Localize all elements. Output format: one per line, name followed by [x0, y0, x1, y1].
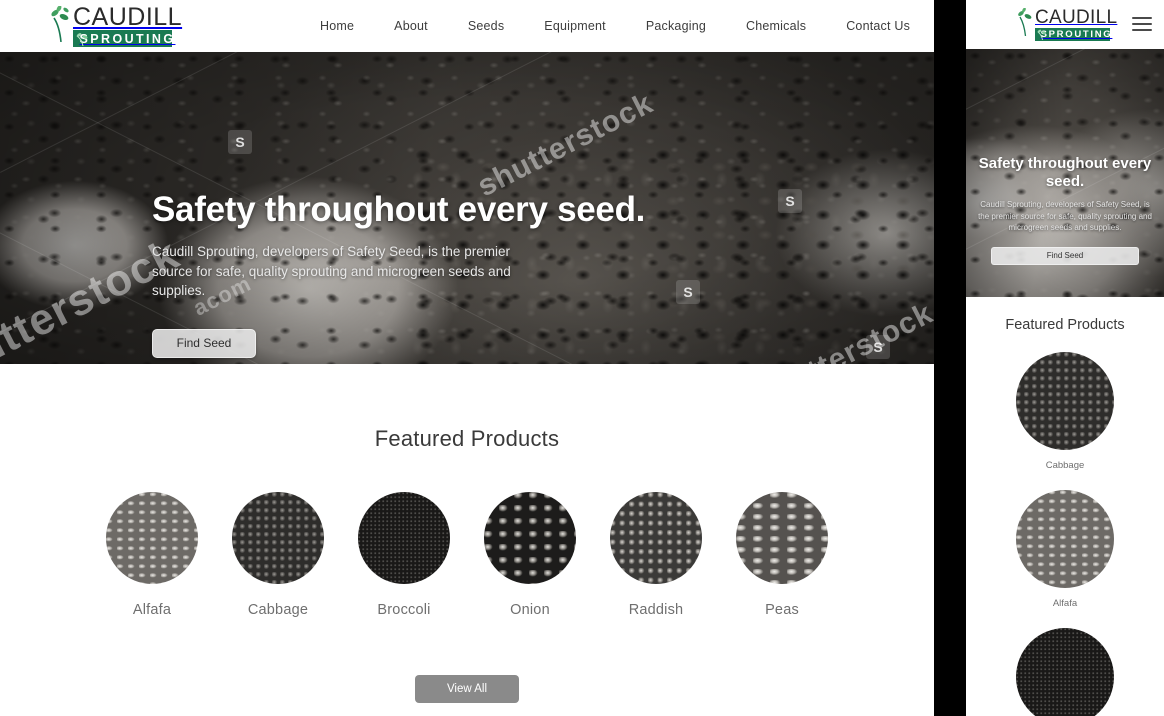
- mobile-product-card-broccoli[interactable]: Broccoli: [966, 628, 1164, 716]
- hero-section: shutterstock shutterstock shutterstock r…: [0, 52, 934, 364]
- product-card-raddish[interactable]: Raddish: [610, 492, 702, 618]
- product-card-onion[interactable]: Onion: [484, 492, 576, 618]
- nav-item-seeds[interactable]: Seeds: [448, 19, 524, 33]
- mobile-hero-heading: Safety throughout every seed.: [978, 155, 1152, 190]
- sprout-small-icon: [76, 33, 88, 46]
- product-image-cabbage[interactable]: [232, 492, 324, 584]
- featured-products-heading: Featured Products: [374, 426, 560, 451]
- responsive-preview-screen: CAUDILL SPROUTING Home About Seeds Equip…: [0, 0, 1164, 716]
- nav-item-home[interactable]: Home: [300, 19, 374, 33]
- nav-item-contact-us[interactable]: Contact Us: [826, 19, 930, 33]
- desktop-viewport: CAUDILL SPROUTING Home About Seeds Equip…: [0, 0, 934, 716]
- product-image-alfafa[interactable]: [106, 492, 198, 584]
- mobile-hero-section: Safety throughout every seed. Caudill Sp…: [966, 49, 1164, 297]
- nav-item-about[interactable]: About: [374, 19, 448, 33]
- hero-subheading: Caudill Sprouting, developers of Safety …: [152, 244, 511, 299]
- mobile-product-image-broccoli[interactable]: [1016, 628, 1114, 716]
- nav-item-packaging[interactable]: Packaging: [626, 19, 726, 33]
- primary-navigation[interactable]: Home About Seeds Equipment Packaging Che…: [300, 0, 934, 52]
- hero-heading: Safety throughout every seed.: [152, 190, 646, 229]
- mobile-hero-content: Safety throughout every seed. Caudill Sp…: [966, 155, 1164, 265]
- hero-content: Safety throughout every seed. Caudill Sp…: [152, 190, 645, 358]
- product-label: Onion: [510, 602, 550, 618]
- hamburger-bar: [1132, 29, 1152, 31]
- mobile-product-label: Cabbage: [1045, 460, 1085, 471]
- product-list: Alfafa Cabbage Broccoli Onion Raddish Pe…: [0, 492, 934, 618]
- mobile-viewport: CAUDILL SPROUTING Safety throughout ever…: [966, 0, 1164, 716]
- featured-products-section: Featured Products Alfafa Cabbage Broccol…: [0, 364, 934, 703]
- mobile-header: CAUDILL SPROUTING: [966, 0, 1164, 49]
- sprout-small-icon: [1037, 29, 1047, 40]
- product-label: Cabbage: [247, 602, 309, 618]
- nav-item-chemicals[interactable]: Chemicals: [726, 19, 826, 33]
- product-card-cabbage[interactable]: Cabbage: [232, 492, 324, 618]
- mobile-product-image-cabbage[interactable]: [1016, 352, 1114, 450]
- mobile-featured-products-heading: Featured Products: [1005, 317, 1125, 333]
- hamburger-bar: [1132, 17, 1152, 19]
- site-logo[interactable]: CAUDILL SPROUTING: [48, 5, 182, 47]
- mobile-hero-subheading: Caudill Sprouting, developers of Safety …: [978, 200, 1152, 233]
- product-image-broccoli[interactable]: [358, 492, 450, 584]
- product-label: Peas: [765, 602, 799, 618]
- product-card-broccoli[interactable]: Broccoli: [358, 492, 450, 618]
- mobile-product-card-alfafa[interactable]: Alfafa: [966, 490, 1164, 609]
- mobile-product-image-alfafa[interactable]: [1016, 490, 1114, 588]
- hamburger-bar: [1132, 23, 1152, 25]
- find-seed-button[interactable]: Find Seed: [152, 328, 256, 358]
- view-all-button[interactable]: View All: [415, 675, 519, 703]
- mobile-product-label: Alfafa: [1052, 598, 1078, 609]
- mobile-featured-products-section: Featured Products Cabbage Alfafa Broccol…: [966, 297, 1164, 716]
- sprout-icon: [51, 6, 69, 42]
- nav-item-equipment[interactable]: Equipment: [524, 19, 626, 33]
- product-card-alfafa[interactable]: Alfafa: [106, 492, 198, 618]
- viewport-divider: [934, 0, 966, 716]
- product-card-peas[interactable]: Peas: [736, 492, 828, 618]
- product-label: Alfafa: [132, 602, 172, 618]
- product-image-onion[interactable]: [484, 492, 576, 584]
- hamburger-icon[interactable]: [1132, 17, 1152, 31]
- mobile-site-logo[interactable]: CAUDILL SPROUTING: [1016, 8, 1117, 41]
- mobile-product-card-cabbage[interactable]: Cabbage: [966, 352, 1164, 471]
- product-image-peas[interactable]: [736, 492, 828, 584]
- product-label: Raddish: [628, 602, 684, 618]
- product-image-raddish[interactable]: [610, 492, 702, 584]
- view-all-container: View All: [0, 675, 934, 703]
- site-header: CAUDILL SPROUTING Home About Seeds Equip…: [0, 0, 934, 52]
- mobile-find-seed-button[interactable]: Find Seed: [991, 246, 1139, 265]
- product-label: Broccoli: [377, 602, 431, 618]
- sprout-icon: [1018, 8, 1032, 36]
